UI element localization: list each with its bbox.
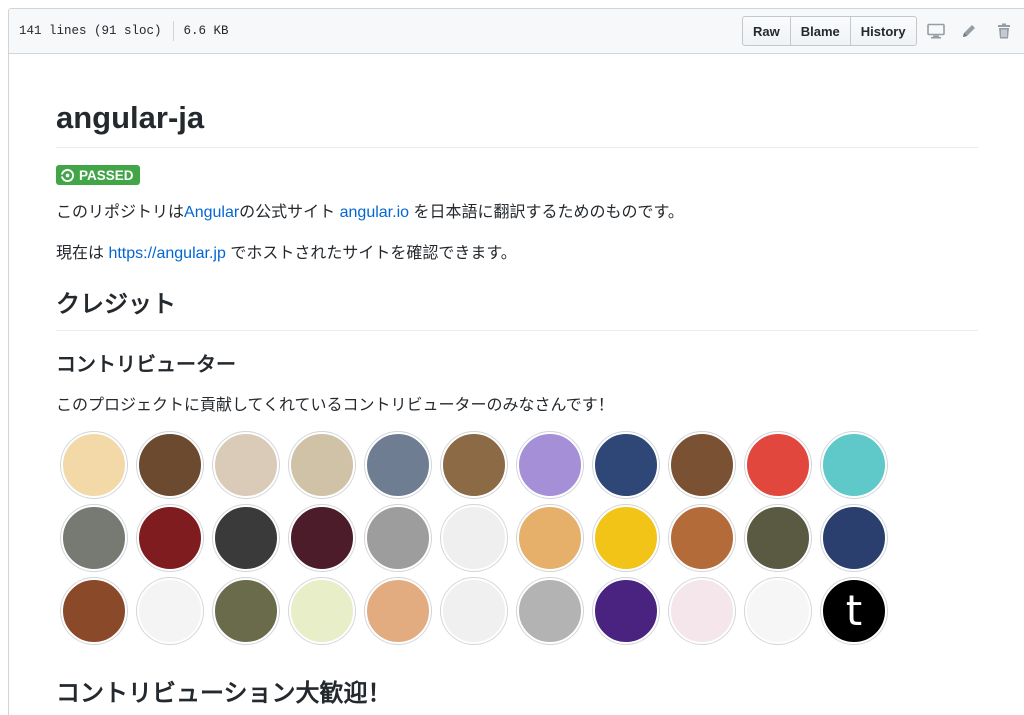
contributor-avatar[interactable] bbox=[289, 504, 355, 571]
line-count: 141 lines (91 sloc) bbox=[19, 24, 162, 38]
credit-heading: クレジット bbox=[56, 290, 978, 331]
intro-text-3: を日本語に翻訳するためのものです。 bbox=[409, 203, 684, 221]
contributor-avatar[interactable] bbox=[745, 504, 811, 571]
contributor-avatar[interactable] bbox=[289, 577, 355, 644]
file-info: 141 lines (91 sloc) 6.6 KB bbox=[19, 21, 229, 41]
angular-jp-link[interactable]: https://angular.jp bbox=[108, 245, 225, 262]
angular-link[interactable]: Angular bbox=[184, 204, 239, 221]
contributor-avatar[interactable] bbox=[593, 504, 659, 571]
contributor-avatar[interactable] bbox=[593, 431, 659, 498]
contributor-avatar[interactable] bbox=[517, 577, 583, 644]
host-text-1: 現在は bbox=[56, 244, 109, 262]
contributors-paragraph: このプロジェクトに貢献してくれているコントリビューターのみなさんです！ bbox=[56, 396, 614, 414]
contributor-avatar[interactable] bbox=[441, 504, 507, 571]
host-text-2: でホストされたサイトを確認できます。 bbox=[225, 244, 517, 262]
circleci-icon bbox=[61, 168, 74, 182]
divider bbox=[172, 21, 174, 41]
contributor-avatar[interactable] bbox=[669, 431, 735, 498]
contributor-avatar[interactable] bbox=[821, 431, 887, 498]
angular-io-link[interactable]: angular.io bbox=[340, 204, 409, 221]
raw-button[interactable]: Raw bbox=[742, 16, 791, 46]
contributor-avatar[interactable] bbox=[137, 431, 203, 498]
avatar-letter: t bbox=[845, 585, 863, 635]
file-header: 141 lines (91 sloc) 6.6 KB Raw Blame His… bbox=[9, 9, 1024, 54]
desktop-icon[interactable] bbox=[926, 21, 946, 41]
readme-content: angular-ja PASSED このリポジトリはAngularの公式サイト … bbox=[56, 99, 978, 715]
contributor-avatar[interactable] bbox=[821, 504, 887, 571]
contributor-avatar[interactable] bbox=[289, 431, 355, 498]
blame-button[interactable]: Blame bbox=[789, 16, 851, 46]
contributor-avatar[interactable] bbox=[669, 577, 735, 644]
contributor-avatar[interactable] bbox=[441, 431, 507, 498]
contributor-avatar[interactable] bbox=[137, 577, 203, 644]
contributor-avatar[interactable] bbox=[517, 431, 583, 498]
contributor-avatar[interactable] bbox=[365, 431, 431, 498]
readme-title: angular-ja bbox=[56, 99, 978, 149]
contributor-avatar[interactable] bbox=[137, 504, 203, 571]
contributor-avatar[interactable] bbox=[593, 577, 659, 644]
contributor-avatar[interactable] bbox=[213, 504, 279, 571]
contributor-avatar[interactable] bbox=[365, 504, 431, 571]
file-actions: Raw Blame History bbox=[742, 16, 917, 46]
host-paragraph: 現在は https://angular.jp でホストされたサイトを確認できます… bbox=[56, 242, 978, 266]
contributor-avatar[interactable]: t bbox=[821, 577, 887, 644]
contributor-avatar[interactable] bbox=[61, 577, 127, 644]
contributor-avatar[interactable] bbox=[669, 504, 735, 571]
contributor-avatar[interactable] bbox=[213, 577, 279, 644]
intro-paragraph: このリポジトリはAngularの公式サイト angular.io を日本語に翻訳… bbox=[56, 201, 978, 225]
contributor-avatar[interactable] bbox=[61, 431, 127, 498]
file-view: 141 lines (91 sloc) 6.6 KB Raw Blame His… bbox=[8, 8, 1024, 715]
contributor-avatar[interactable] bbox=[441, 577, 507, 644]
contributor-avatar[interactable] bbox=[745, 577, 811, 644]
pencil-icon[interactable] bbox=[959, 21, 979, 41]
contributor-avatars: t bbox=[56, 430, 916, 649]
file-size: 6.6 KB bbox=[183, 24, 229, 38]
badge-label: PASSED bbox=[79, 167, 134, 183]
trash-icon[interactable] bbox=[994, 21, 1014, 41]
contributor-avatar[interactable] bbox=[61, 504, 127, 571]
contributor-avatar[interactable] bbox=[517, 504, 583, 571]
contribution-heading: コントリビューション大歓迎！ bbox=[56, 679, 392, 707]
history-button[interactable]: History bbox=[849, 16, 917, 46]
intro-text-2: の公式サイト bbox=[239, 203, 340, 221]
contributors-heading: コントリビューター bbox=[56, 353, 236, 376]
contributor-avatar[interactable] bbox=[745, 431, 811, 498]
intro-text-1: このリポジトリは bbox=[56, 203, 185, 221]
contributor-avatar[interactable] bbox=[213, 431, 279, 498]
contributor-avatar[interactable] bbox=[365, 577, 431, 644]
ci-status-badge[interactable]: PASSED bbox=[56, 165, 140, 186]
